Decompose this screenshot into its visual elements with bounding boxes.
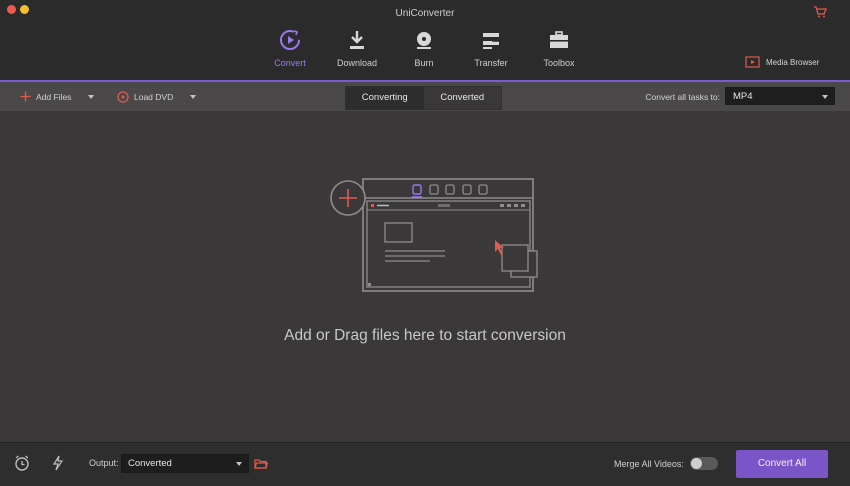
transfer-icon <box>483 33 499 49</box>
dvd-icon <box>117 91 129 103</box>
nav-transfer-label: Transfer <box>474 58 508 68</box>
output-format-value: MP4 <box>733 91 753 102</box>
media-browser-icon <box>745 56 760 68</box>
drop-area[interactable]: Add or Drag files here to start conversi… <box>0 111 850 442</box>
add-files-dropdown-icon[interactable] <box>88 94 95 99</box>
convert-icon <box>280 30 300 50</box>
output-label: Output: <box>89 458 119 468</box>
output-format-select[interactable]: MP4 <box>725 87 835 105</box>
toggle-knob <box>691 458 702 469</box>
tab-converting[interactable]: Converting <box>346 87 424 109</box>
schedule-icon[interactable] <box>14 455 30 476</box>
tab-converted[interactable]: Converted <box>424 87 502 109</box>
merge-videos-label: Merge All Videos: <box>614 459 684 469</box>
cart-icon[interactable] <box>813 5 827 23</box>
nav-transfer[interactable]: Transfer <box>461 28 521 68</box>
download-icon <box>350 31 364 49</box>
load-dvd-button[interactable]: Load DVD <box>117 91 197 103</box>
media-browser-button[interactable]: Media Browser <box>745 56 819 68</box>
output-folder-select[interactable]: Converted <box>121 454 249 473</box>
add-files-label: Add Files <box>36 91 72 102</box>
toolbox-icon <box>550 31 568 48</box>
nav-toolbox[interactable]: Toolbox <box>529 28 589 68</box>
nav-convert-label: Convert <box>274 58 306 68</box>
load-dvd-label: Load DVD <box>134 92 174 102</box>
media-browser-label: Media Browser <box>766 57 820 67</box>
nav-convert[interactable]: Convert <box>260 28 320 68</box>
add-files-button[interactable]: Add Files <box>20 91 95 102</box>
convert-all-label: Convert all tasks to: <box>645 92 720 102</box>
high-speed-icon[interactable] <box>52 455 64 476</box>
task-tabs: Converting Converted <box>345 86 502 110</box>
load-dvd-dropdown-icon[interactable] <box>190 95 197 99</box>
chevron-down-icon <box>236 462 242 466</box>
nav-toolbox-label: Toolbox <box>543 58 575 68</box>
drop-hint-text: Add or Drag files here to start conversi… <box>284 327 566 344</box>
chevron-down-icon <box>822 95 828 99</box>
merge-videos-toggle[interactable] <box>690 457 718 470</box>
nav-download-label: Download <box>336 58 378 68</box>
convert-all-button[interactable]: Convert All <box>736 450 828 478</box>
app-title: UniConverter <box>395 8 455 19</box>
plus-icon <box>20 91 31 102</box>
output-folder-value: Converted <box>128 458 172 469</box>
nav-burn[interactable]: Burn <box>394 28 454 68</box>
nav-download[interactable]: Download <box>327 28 387 68</box>
open-folder-icon[interactable] <box>254 457 269 475</box>
nav-burn-label: Burn <box>414 58 434 68</box>
drop-illustration <box>330 178 538 292</box>
burn-icon <box>417 32 431 49</box>
